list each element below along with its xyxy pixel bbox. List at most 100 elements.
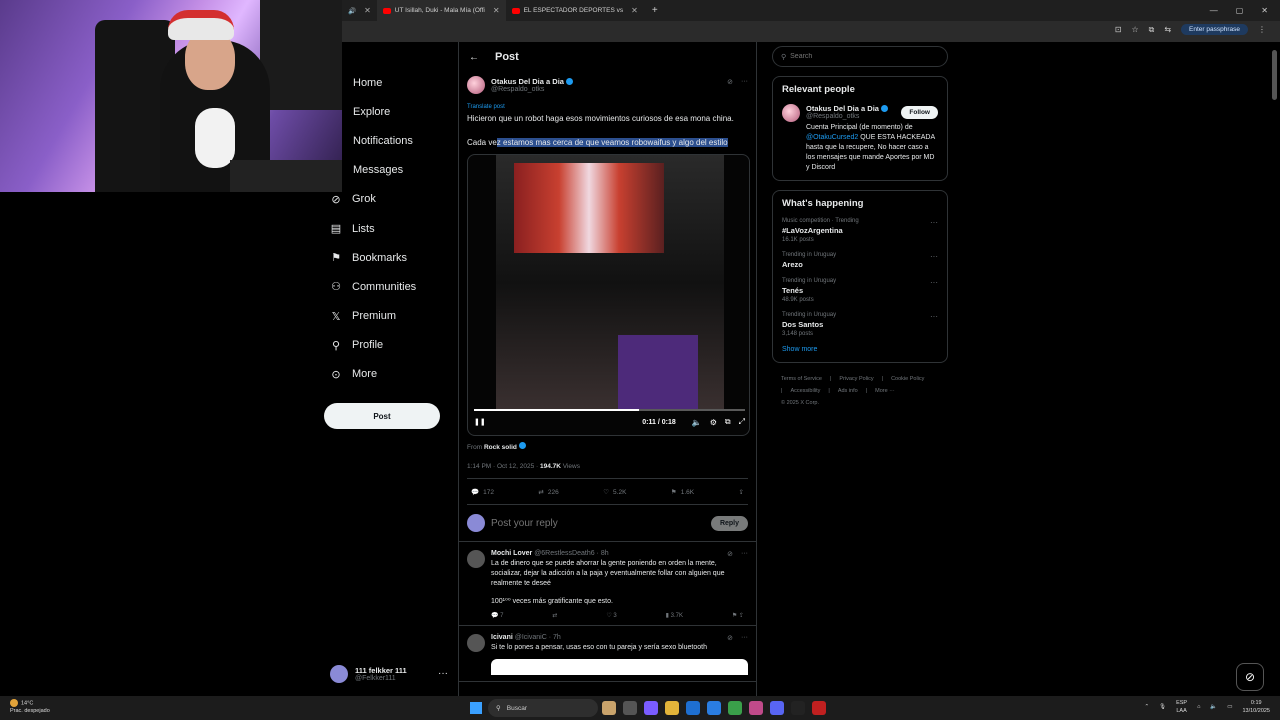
like-action[interactable]: ♡ 5.2K <box>603 488 626 497</box>
search-input[interactable] <box>790 53 931 60</box>
bookmark-action[interactable]: ⚑ 1.6K <box>671 488 694 497</box>
widgets-app-icon[interactable] <box>602 701 616 715</box>
close-icon[interactable]: ✕ <box>364 6 371 15</box>
install-icon[interactable]: ⊡ <box>1115 25 1122 34</box>
browser-tab-1[interactable]: UT Isillah, Duki - Mala Mía (Offi ✕ <box>376 0 506 21</box>
more-dots-icon[interactable]: ··· <box>741 634 748 642</box>
close-window-icon[interactable]: ✕ <box>1261 6 1268 15</box>
mic-icon[interactable]: 🎙 <box>1159 703 1166 711</box>
copilot-icon[interactable] <box>644 701 658 715</box>
sidebar-item-bookmarks[interactable]: ⚑ Bookmarks <box>322 243 452 272</box>
footer-link[interactable]: Ads info <box>838 385 858 397</box>
like-action[interactable]: ♡ 3 <box>606 612 616 619</box>
search-box[interactable]: ⚲ <box>772 46 948 67</box>
pip-icon[interactable]: ⧉ <box>725 417 731 427</box>
follow-button[interactable]: Follow <box>901 106 938 119</box>
list-item[interactable]: Icivani @IcivaniC · 7h Si te lo pones a … <box>459 626 756 682</box>
chrome-icon[interactable] <box>728 701 742 715</box>
clock[interactable]: 0:19 13/10/2025 <box>1242 699 1270 715</box>
sidebar-item-communities[interactable]: ⚇ Communities <box>322 272 452 301</box>
more-dots-icon[interactable]: ··· <box>741 78 748 86</box>
footer-link[interactable]: Cookie Policy <box>891 373 924 385</box>
passphrase-button[interactable]: Enter passphrase <box>1181 24 1248 35</box>
post-button[interactable]: Post <box>324 403 440 429</box>
footer-link[interactable]: Terms of Service <box>781 373 822 385</box>
bookmark-icon[interactable]: ⚑ ⇪ <box>732 612 744 619</box>
minimize-icon[interactable]: — <box>1210 6 1218 15</box>
app-icon[interactable] <box>749 701 763 715</box>
sidebar-item-explore[interactable]: Explore <box>322 97 452 126</box>
post-author[interactable]: Otakus Del Dia a Dia @Respaldo_otks <box>467 76 748 94</box>
comment-author[interactable]: Mochi Lover <box>491 550 532 557</box>
relevant-person[interactable]: Otakus Del Dia a Dia @Respaldo_otks Cuen… <box>782 104 938 173</box>
settings-icon[interactable]: ⚙ <box>710 418 717 427</box>
close-icon[interactable]: ✕ <box>631 6 638 15</box>
sidebar-item-messages[interactable]: Messages <box>322 156 452 185</box>
sidebar-item-more[interactable]: ⊙ More <box>322 360 452 389</box>
pause-icon[interactable]: ❚❚ <box>474 418 486 426</box>
repost-action[interactable]: ⇄ 226 <box>538 488 558 497</box>
obs-icon[interactable] <box>791 701 805 715</box>
more-dots-icon[interactable]: ··· <box>741 550 748 558</box>
star-icon[interactable]: ☆ <box>1131 25 1138 34</box>
footer-link[interactable]: Accessibility <box>790 385 820 397</box>
comment-author[interactable]: Icivani <box>491 634 513 641</box>
sidebar-item-lists[interactable]: ▤ Lists <box>322 214 452 243</box>
outlook-icon[interactable] <box>686 701 700 715</box>
trend-item[interactable]: Trending in Uruguay Tenés 48.9K posts ··… <box>782 278 938 303</box>
avatar[interactable] <box>467 634 485 652</box>
audio-tab[interactable]: 🔊 ✕ <box>342 0 377 21</box>
new-tab-button[interactable]: + <box>644 5 666 16</box>
trend-item[interactable]: Trending in Uruguay Dos Santos 3,148 pos… <box>782 312 938 337</box>
comment-media-preview[interactable] <box>491 659 748 675</box>
browser-tab-2[interactable]: EL ESPECTADOR DEPORTES vs ✕ <box>506 0 644 21</box>
more-dots-icon[interactable]: ··· <box>438 668 448 679</box>
youtube-studio-icon[interactable] <box>812 701 826 715</box>
back-arrow-icon[interactable]: ← <box>469 52 479 63</box>
store-icon[interactable] <box>707 701 721 715</box>
page-scrollbar[interactable] <box>1272 50 1277 100</box>
post-timestamp[interactable]: 1:14 PM · Oct 12, 2025 · <box>467 463 540 470</box>
volume-icon[interactable]: 🔈 <box>1210 703 1217 711</box>
trend-item[interactable]: Music competition · Trending #LaVozArgen… <box>782 218 938 243</box>
grok-icon[interactable]: ⊘ <box>727 550 733 558</box>
avatar[interactable] <box>782 104 800 122</box>
repost-action[interactable]: ⇄ <box>552 612 557 619</box>
extensions-icon[interactable]: ⧉ <box>1149 25 1155 35</box>
sidebar-item-notifications[interactable]: Notifications <box>322 126 452 155</box>
sidebar-item-home[interactable]: Home <box>322 68 452 97</box>
avatar[interactable] <box>467 550 485 568</box>
trend-item[interactable]: Trending in Uruguay Arezo ··· <box>782 252 938 269</box>
grok-icon[interactable]: ⊘ <box>727 78 733 86</box>
avatar[interactable] <box>467 76 485 94</box>
grok-icon[interactable]: ⊘ <box>727 634 733 642</box>
video-progress-bar[interactable] <box>474 409 745 411</box>
sidebar-item-grok[interactable]: ⊘ Grok <box>322 185 452 214</box>
more-dots-icon[interactable]: ··· <box>930 312 938 321</box>
menu-icon[interactable]: ⋮ <box>1258 25 1266 34</box>
close-icon[interactable]: ✕ <box>493 6 500 15</box>
reply-action[interactable]: 💬 172 <box>471 488 494 497</box>
tray-chevron-icon[interactable]: ⌃ <box>1144 703 1149 711</box>
more-dots-icon[interactable]: ··· <box>930 252 938 261</box>
taskbar-search[interactable]: ⚲ Buscar <box>488 699 598 717</box>
network-icon[interactable]: ⌂ <box>1197 703 1200 711</box>
sidebar-item-profile[interactable]: ⚲ Profile <box>322 331 452 360</box>
language-indicator[interactable]: ESP LAA <box>1176 699 1187 715</box>
video-player[interactable]: ❚❚ 0:11 / 0:18 🔈 ⚙ ⧉ ⤢ <box>467 154 750 436</box>
footer-link[interactable]: Privacy Policy <box>839 373 873 385</box>
fullscreen-icon[interactable]: ⤢ <box>739 417 745 427</box>
show-more-link[interactable]: Show more <box>782 346 938 355</box>
weather-widget[interactable]: 14°C Prac. despejado <box>10 699 50 715</box>
footer-link[interactable]: More ··· <box>875 385 895 397</box>
reply-input[interactable] <box>491 517 705 529</box>
sync-icon[interactable]: ⇆ <box>1164 25 1171 34</box>
source-name[interactable]: Rock solid <box>484 444 517 451</box>
reply-button[interactable]: Reply <box>710 515 748 531</box>
translate-post-link[interactable]: Translate post <box>467 104 748 110</box>
more-dots-icon[interactable]: ··· <box>930 218 938 227</box>
views-action[interactable]: ▮ 3.7K <box>666 612 683 619</box>
sidebar-item-premium[interactable]: 𝕏 Premium <box>322 302 452 331</box>
file-explorer-icon[interactable] <box>665 701 679 715</box>
bio-mention-link[interactable]: @OtakuCursed2 <box>806 134 858 141</box>
